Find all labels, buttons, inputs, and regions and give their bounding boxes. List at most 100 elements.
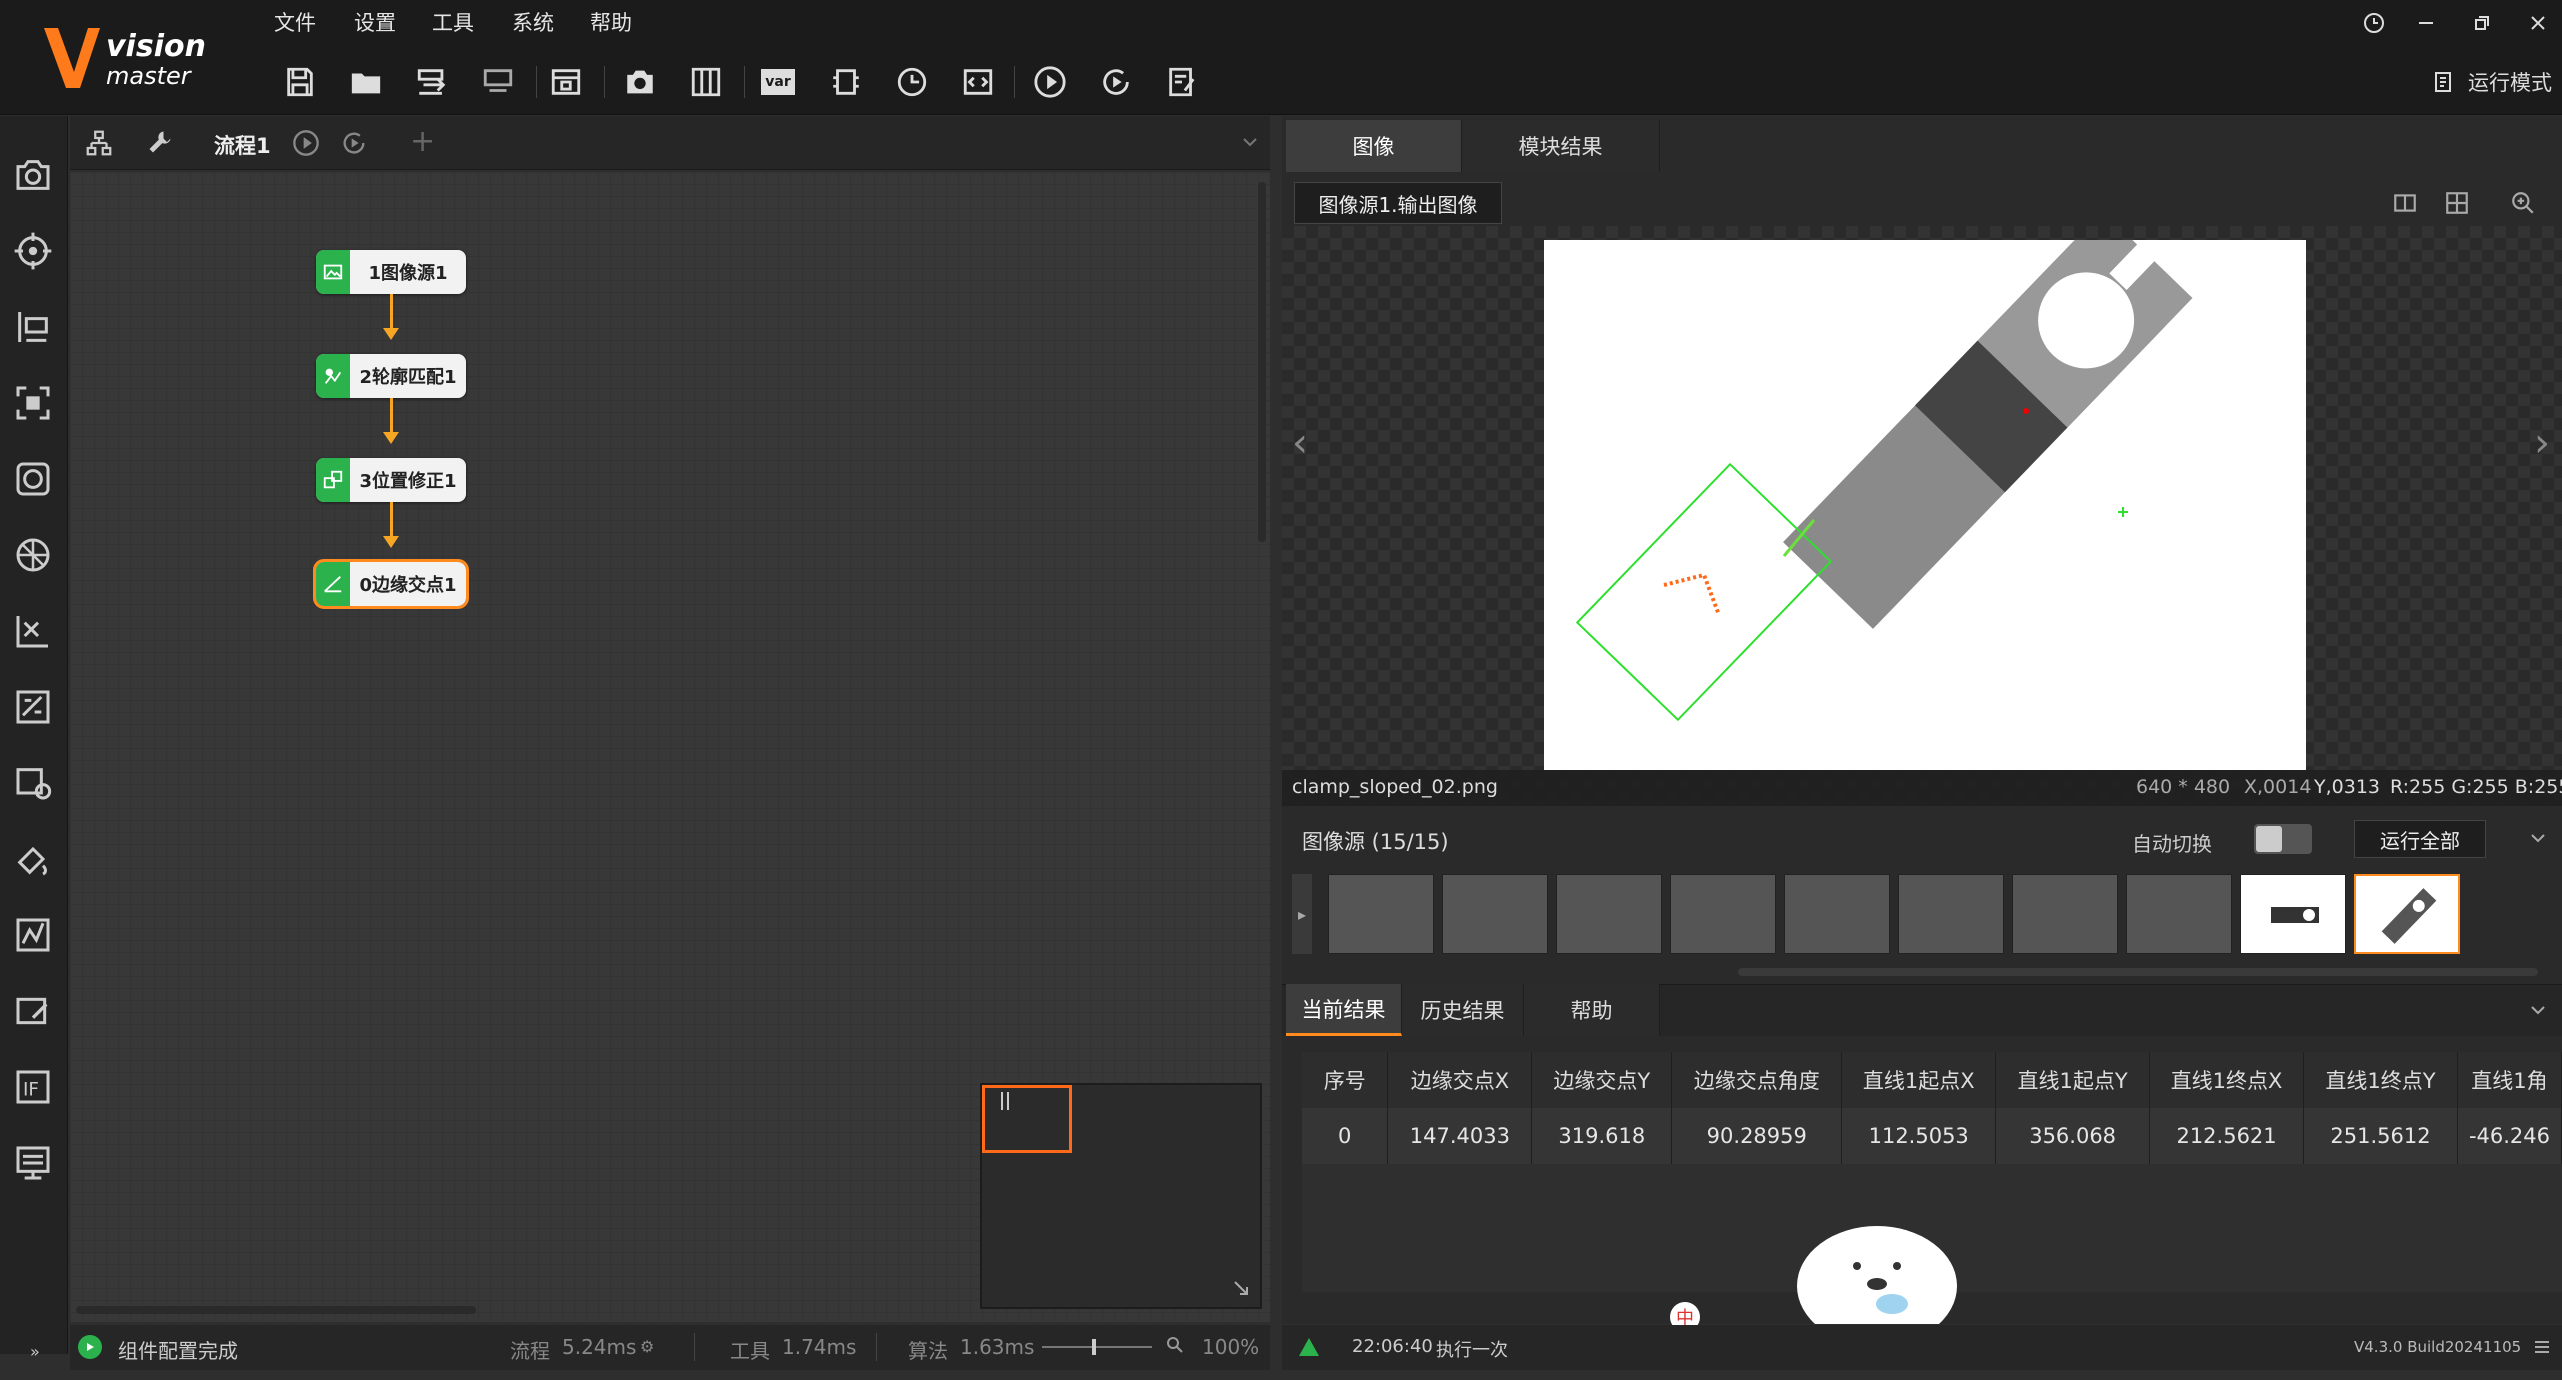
zoom-slider-handle[interactable] (1092, 1339, 1096, 1355)
column-header[interactable]: 直线1终点X (2149, 1052, 2305, 1108)
next-image-icon[interactable]: › (2534, 420, 2550, 466)
thumbnail-9[interactable] (2240, 874, 2346, 954)
minimize-icon[interactable] (2406, 6, 2446, 40)
column-header[interactable]: 序号 (1302, 1052, 1389, 1108)
tab-help[interactable]: 帮助 (1524, 984, 1660, 1036)
zoom-search-icon[interactable] (1166, 1335, 1184, 1359)
column-header[interactable]: 边缘交点X (1387, 1052, 1533, 1108)
add-flow-icon[interactable]: + (410, 124, 435, 159)
import-icon[interactable] (412, 62, 452, 102)
horizontal-scrollbar[interactable] (76, 1306, 476, 1314)
menu-help[interactable]: 帮助 (590, 8, 632, 38)
camera-icon[interactable] (10, 152, 56, 198)
thumbnail-1[interactable] (1328, 874, 1434, 954)
flow-node-contour-match[interactable]: 2轮廓匹配1 (316, 354, 466, 398)
recognition-icon[interactable] (10, 380, 56, 426)
image-canvas[interactable] (1544, 211, 2306, 770)
tab-image[interactable]: 图像 (1286, 120, 1462, 172)
minimap-viewport[interactable] (982, 1085, 1072, 1153)
strip-scrollbar[interactable] (1738, 968, 2538, 976)
flow-node-position-fix[interactable]: 3位置修正1 (316, 458, 466, 502)
alignment-icon[interactable] (10, 608, 56, 654)
tab-module-result[interactable]: 模块结果 (1462, 120, 1660, 172)
export-icon[interactable] (478, 62, 518, 102)
column-header[interactable]: 边缘交点角度 (1671, 1052, 1843, 1108)
menu-file[interactable]: 文件 (274, 8, 316, 38)
if-icon[interactable]: IF (10, 1064, 56, 1110)
thumbnail-6[interactable] (1898, 874, 2004, 954)
collapse-icon[interactable] (2528, 828, 2548, 852)
calibration-icon[interactable] (10, 532, 56, 578)
deep-learning-icon[interactable] (10, 836, 56, 882)
zoom-slider[interactable] (1042, 1346, 1152, 1348)
edit-icon[interactable] (10, 988, 56, 1034)
tab-history-result[interactable]: 历史结果 (1402, 984, 1524, 1036)
defect-icon[interactable] (10, 456, 56, 502)
thumbnail-3[interactable] (1556, 874, 1662, 954)
tab-current-result[interactable]: 当前结果 (1286, 984, 1402, 1036)
tab-flow-1[interactable]: 流程1 (214, 130, 271, 160)
column-header[interactable]: 直线1起点X (1841, 1052, 1997, 1108)
image-processing-icon[interactable] (10, 684, 56, 730)
solution-icon[interactable] (546, 62, 586, 102)
image-viewer[interactable]: ‹ › (1282, 211, 2562, 806)
communication-icon[interactable] (826, 62, 866, 102)
clock-icon[interactable] (2354, 6, 2394, 40)
zoom-in-icon[interactable] (2510, 190, 2536, 220)
run-loop-icon[interactable] (1096, 62, 1136, 102)
camera-icon[interactable] (620, 62, 660, 102)
close-icon[interactable] (2518, 6, 2558, 40)
locate-icon[interactable] (10, 228, 56, 274)
open-folder-icon[interactable] (346, 62, 386, 102)
column-header[interactable]: 直线1终点Y (2303, 1052, 2458, 1108)
thumbnail-8[interactable] (2126, 874, 2232, 954)
menu-tools[interactable]: 工具 (432, 8, 474, 38)
list-icon[interactable] (2532, 1337, 2552, 1362)
auto-switch-toggle[interactable] (2254, 824, 2312, 854)
save-icon[interactable] (280, 62, 320, 102)
flow-node-edge-intersection[interactable]: 0边缘交点1 (313, 559, 469, 609)
global-trigger-icon[interactable] (892, 62, 932, 102)
menu-settings[interactable]: 设置 (354, 8, 396, 38)
grid-view-icon[interactable] (2444, 190, 2470, 220)
flow-run-loop-icon[interactable] (340, 129, 368, 161)
column-header[interactable]: 直线1起点Y (1995, 1052, 2151, 1108)
wrench-icon[interactable] (146, 128, 174, 160)
restore-icon[interactable] (2462, 6, 2502, 40)
flow-run-once-icon[interactable] (292, 129, 320, 161)
previous-image-icon[interactable]: ‹ (1292, 420, 1308, 466)
script-icon[interactable] (958, 62, 998, 102)
communication-icon[interactable] (10, 1140, 56, 1186)
thumbnail-4[interactable] (1670, 874, 1776, 954)
process-tree-icon[interactable] (84, 128, 114, 162)
resize-arrow-icon[interactable] (1232, 1279, 1250, 1301)
expand-sidebar-icon[interactable]: » (30, 1342, 40, 1361)
flow-node-image-source[interactable]: 1图像源1 (316, 250, 466, 294)
ui-design-icon[interactable] (1162, 62, 1202, 102)
flow-canvas[interactable]: 1图像源1 2轮廓匹配1 3位置修正1 0边缘交点1 (70, 172, 1270, 1322)
minimap[interactable] (980, 1083, 1262, 1309)
measure-icon[interactable] (10, 304, 56, 350)
thumbnail-10-selected[interactable] (2354, 874, 2460, 954)
column-header[interactable]: 边缘交点Y (1531, 1052, 1673, 1108)
run-mode-button[interactable]: 运行模式 (2432, 64, 2552, 100)
split-view-icon[interactable] (2392, 190, 2418, 220)
table-row[interactable]: 0 147.4033 319.618 90.28959 112.5053 356… (1302, 1108, 2562, 1164)
image-source-select[interactable]: 图像源1.输出图像 (1294, 182, 1502, 224)
thumbnail-5[interactable] (1784, 874, 1890, 954)
thumbnail-2[interactable] (1442, 874, 1548, 954)
strip-left-icon[interactable]: ▸ (1292, 874, 1312, 954)
run-once-icon[interactable] (1030, 62, 1070, 102)
chevron-down-icon[interactable] (2528, 1000, 2548, 1024)
logic-icon[interactable] (10, 912, 56, 958)
color-icon[interactable] (10, 760, 56, 806)
run-all-button[interactable]: 运行全部 (2354, 820, 2486, 858)
thumbnail-7[interactable] (2012, 874, 2118, 954)
controller-icon[interactable] (686, 62, 726, 102)
variable-icon[interactable]: var (758, 62, 798, 102)
menu-system[interactable]: 系统 (512, 8, 554, 38)
column-header[interactable]: 直线1角 (2457, 1052, 2562, 1108)
chevron-down-icon[interactable] (1240, 132, 1260, 156)
settings-small-icon[interactable]: ⚙ (640, 1337, 654, 1356)
vertical-scrollbar[interactable] (1258, 182, 1266, 542)
